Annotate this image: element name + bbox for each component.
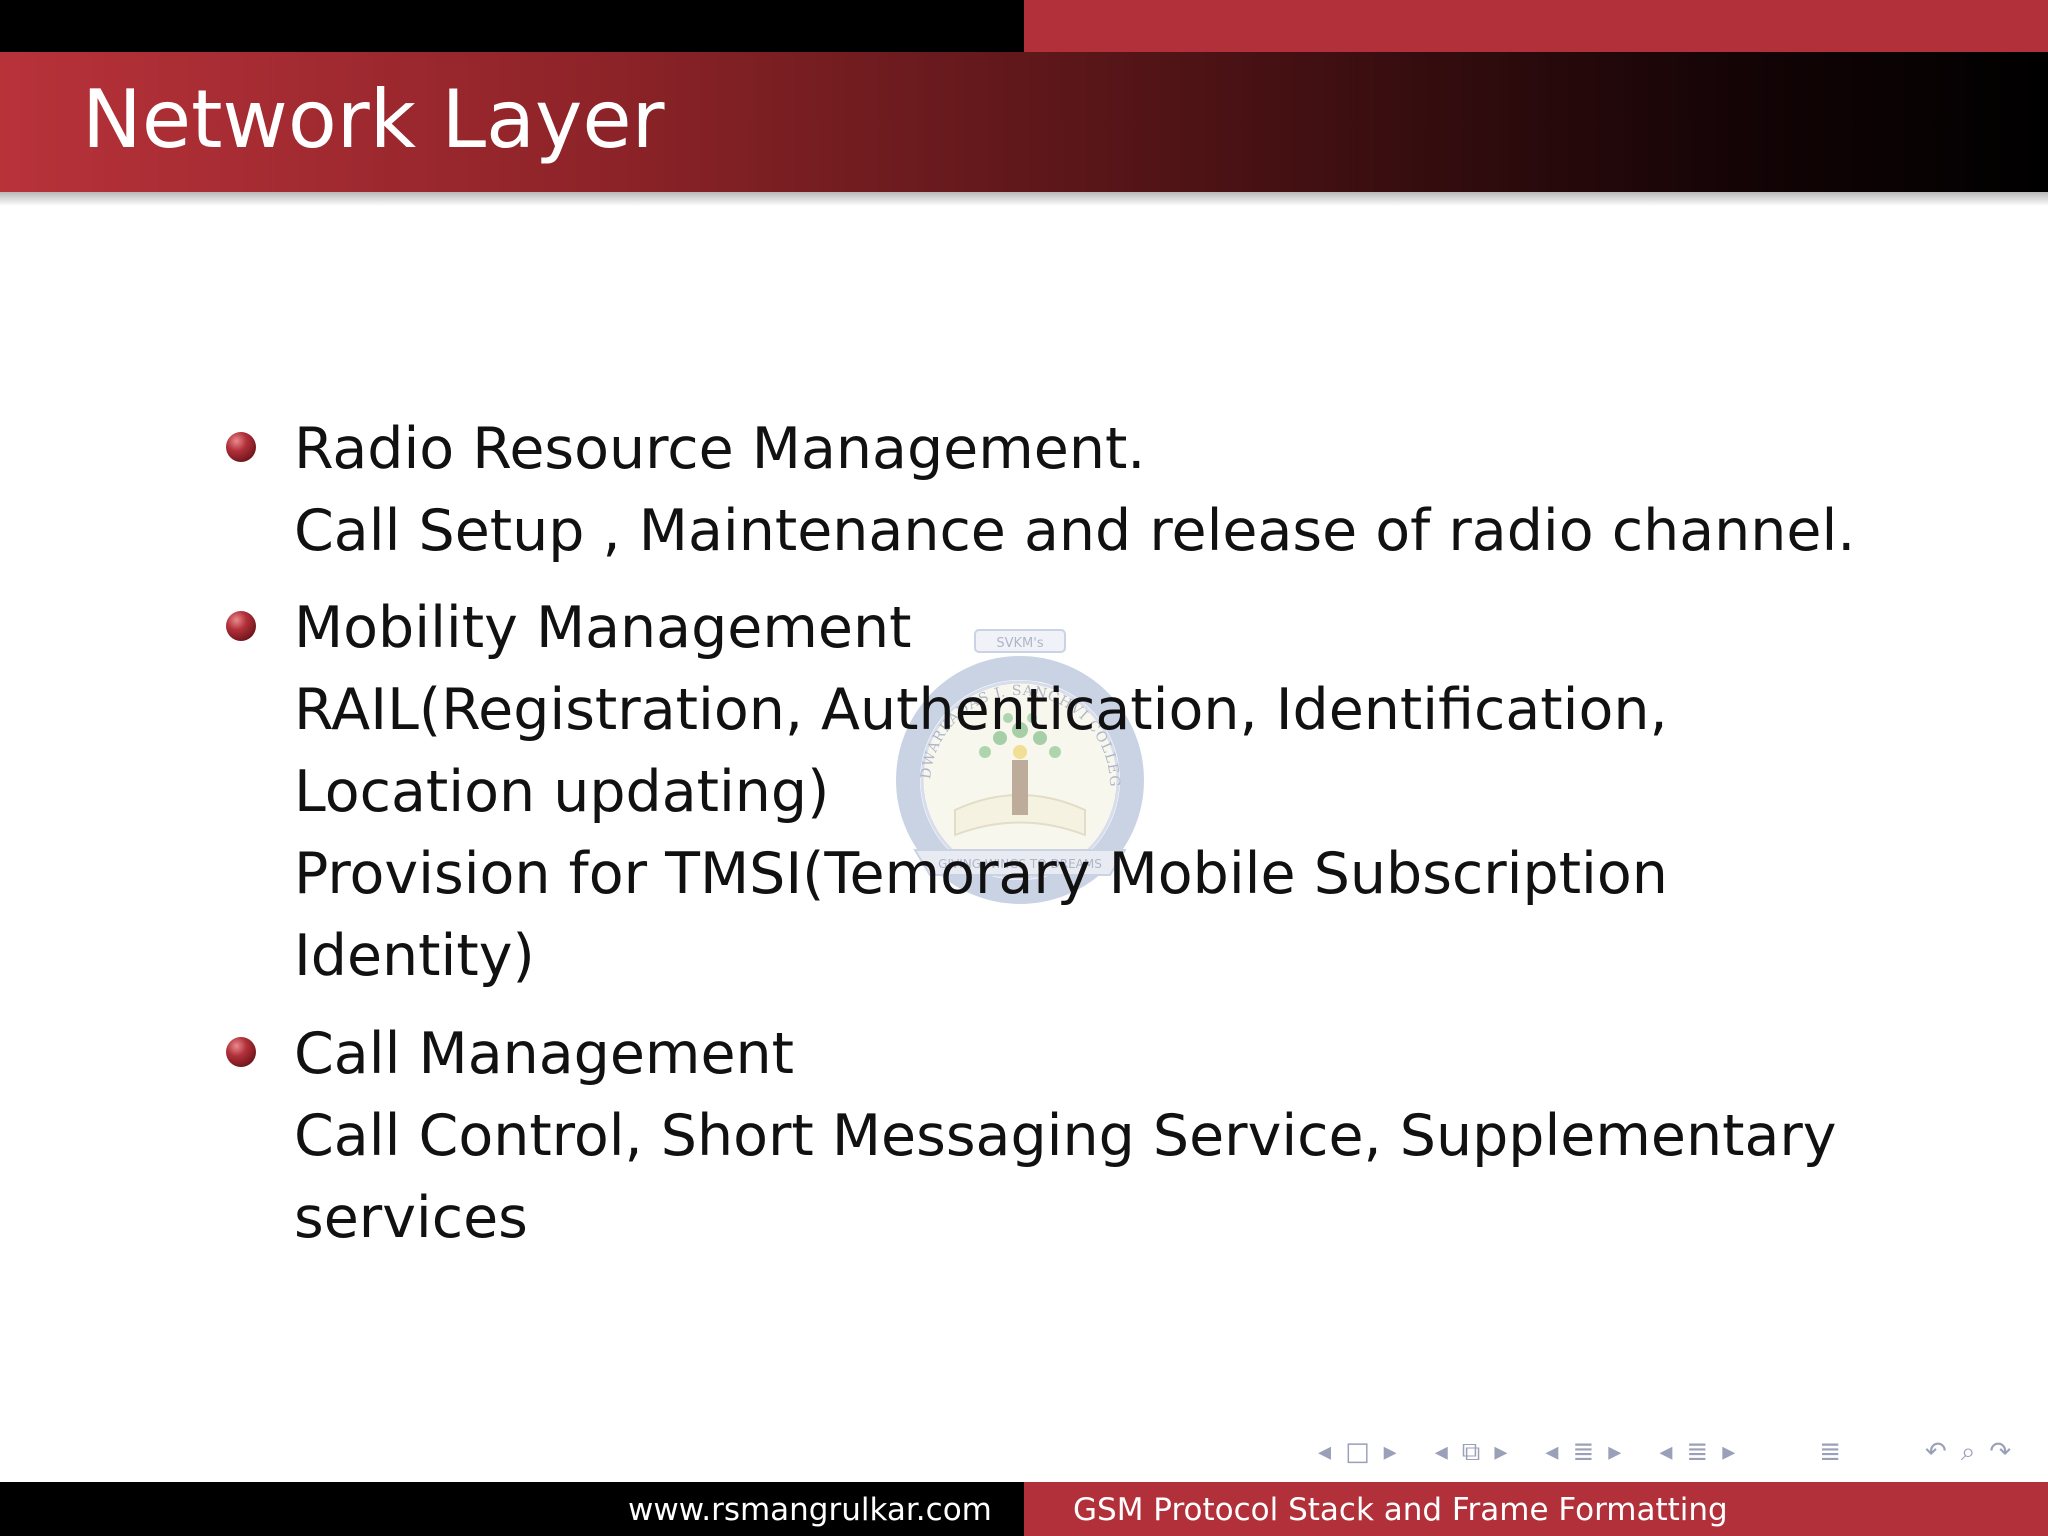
nav-toc-icon[interactable]: ≣ <box>1819 1437 1841 1467</box>
nav-search-icon[interactable]: ⌕ <box>1961 1437 1976 1468</box>
top-strip-right <box>1024 0 2048 52</box>
navigation-bar: ◂ □ ▸ ◂ ⧉ ▸ ◂ ≣ ▸ ◂ ≣ ▸ ≣ ↶ ⌕ ↷ <box>1318 1434 2011 1470</box>
title-shadow <box>0 192 2048 206</box>
bullet-heading: Mobility Management <box>294 595 912 661</box>
nav-prev-frame-icon[interactable]: ◂ <box>1318 1437 1331 1467</box>
bullet-detail: RAIL(Registration, Authentication, Ident… <box>294 677 1668 743</box>
nav-next-subsection-icon[interactable]: ▸ <box>1722 1437 1735 1467</box>
footer-presentation-title: GSM Protocol Stack and Frame Formatting <box>1073 1492 1728 1528</box>
bullet-marker-icon <box>226 611 256 641</box>
nav-undo-icon[interactable]: ↶ <box>1925 1437 1947 1467</box>
nav-section-icon[interactable]: ≣ <box>1572 1437 1594 1467</box>
nav-slide-icon[interactable]: ⧉ <box>1462 1437 1481 1468</box>
nav-next-section-icon[interactable]: ▸ <box>1608 1437 1621 1467</box>
bullet-marker-icon <box>226 432 256 462</box>
bullet-detail: services <box>294 1185 528 1251</box>
bullet-heading: Call Management <box>294 1021 795 1087</box>
nav-redo-icon[interactable]: ↷ <box>1989 1437 2011 1467</box>
bullet-detail: Identity) <box>294 923 535 989</box>
nav-next-frame-icon[interactable]: ▸ <box>1384 1437 1397 1467</box>
nav-next-slide-icon[interactable]: ▸ <box>1494 1437 1507 1467</box>
nav-prev-section-icon[interactable]: ◂ <box>1545 1437 1558 1467</box>
nav-subsection-icon[interactable]: ≣ <box>1686 1437 1708 1467</box>
bullet-detail: Location updating) <box>294 759 830 825</box>
nav-frame-icon[interactable]: □ <box>1345 1437 1370 1467</box>
slide: Network Layer DWARKADAS J. SANGHVI COLLE… <box>0 0 2048 1536</box>
bullet-detail: Provision for TMSI(Temorary Mobile Subsc… <box>294 841 1668 907</box>
footer-website: www.rsmangrulkar.com <box>628 1492 992 1528</box>
nav-prev-slide-icon[interactable]: ◂ <box>1435 1437 1448 1467</box>
bullet-detail: Call Control, Short Messaging Service, S… <box>294 1103 1837 1169</box>
bullet-detail: Call Setup , Maintenance and release of … <box>294 498 1856 564</box>
top-strip-left <box>0 0 1024 52</box>
bullet-marker-icon <box>226 1037 256 1067</box>
bullet-heading: Radio Resource Management. <box>294 416 1146 482</box>
slide-title: Network Layer <box>82 73 665 166</box>
nav-prev-subsection-icon[interactable]: ◂ <box>1659 1437 1672 1467</box>
